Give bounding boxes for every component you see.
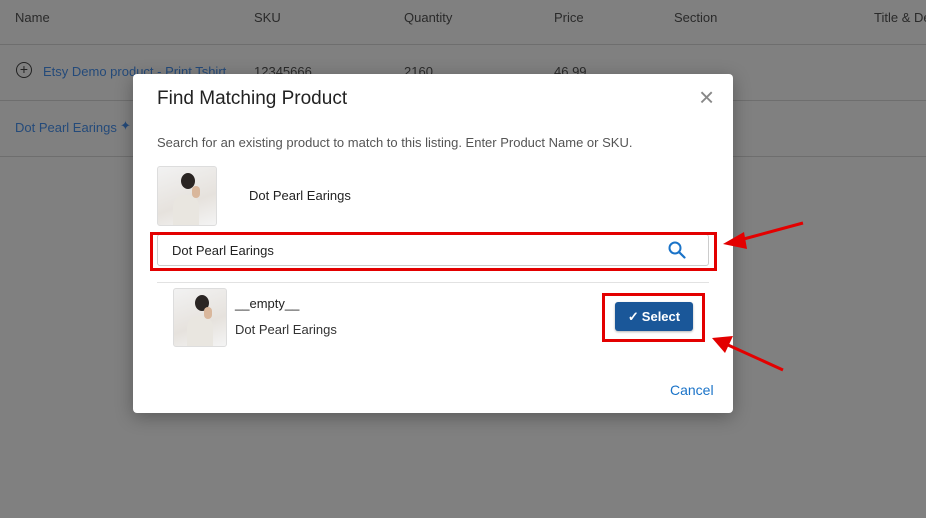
annotation-arrows (712, 221, 804, 372)
arrow-to-search (723, 221, 804, 249)
arrow-to-select (712, 336, 784, 372)
